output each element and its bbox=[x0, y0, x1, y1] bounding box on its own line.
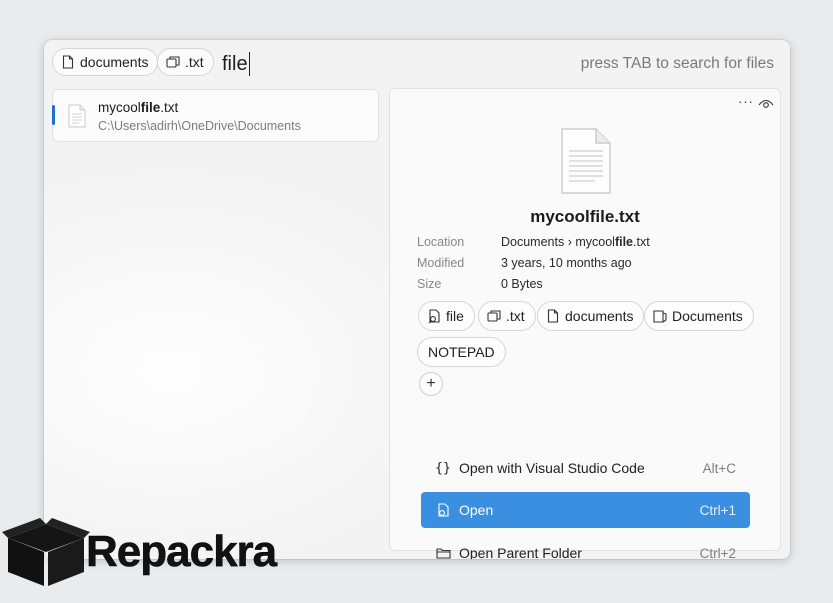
action-open-parent-folder[interactable]: Open Parent Folder Ctrl+2 bbox=[421, 535, 750, 559]
tag-documents[interactable]: documents bbox=[537, 301, 645, 331]
add-tag-button[interactable]: + bbox=[419, 372, 443, 396]
action-shortcut: Ctrl+1 bbox=[699, 502, 736, 518]
more-options-button[interactable]: ··· bbox=[738, 94, 754, 109]
selection-indicator bbox=[52, 105, 55, 125]
tag-documents-folder[interactable]: Documents bbox=[644, 301, 754, 331]
watermark-text: Repackra bbox=[86, 527, 278, 577]
action-label: Open with Visual Studio Code bbox=[459, 460, 645, 476]
watermark: Repackra bbox=[0, 512, 300, 592]
result-path: C:\Users\adirh\OneDrive\Documents bbox=[98, 119, 301, 133]
action-label: Open Parent Folder bbox=[459, 545, 582, 559]
meta-value: 0 Bytes bbox=[501, 277, 543, 291]
filter-chip-txt[interactable]: .txt bbox=[157, 48, 214, 76]
braces-icon: {} bbox=[435, 460, 451, 476]
tag-txt[interactable]: .txt bbox=[478, 301, 536, 331]
eye-icon[interactable] bbox=[758, 96, 774, 114]
tag-notepad[interactable]: NOTEPAD bbox=[417, 337, 506, 367]
launcher-window: documents .txt file press TAB to search … bbox=[44, 40, 790, 559]
action-shortcut: Ctrl+2 bbox=[699, 545, 736, 560]
folder-icon bbox=[435, 547, 451, 559]
search-bar: documents .txt file press TAB to search … bbox=[44, 40, 790, 86]
folder-doc-icon bbox=[653, 308, 667, 324]
action-shortcut: Alt+C bbox=[702, 460, 736, 476]
filter-chip-documents[interactable]: documents bbox=[52, 48, 159, 76]
file-icon bbox=[61, 54, 75, 70]
open-icon bbox=[435, 502, 451, 518]
chip-label: .txt bbox=[185, 54, 204, 70]
action-open-vscode[interactable]: {} Open with Visual Studio Code Alt+C bbox=[421, 450, 750, 486]
search-input[interactable]: file bbox=[222, 51, 250, 77]
chip-label: documents bbox=[80, 54, 149, 70]
watermark-logo bbox=[2, 518, 90, 586]
search-hint: press TAB to search for files bbox=[580, 55, 774, 72]
file-search-icon bbox=[427, 308, 441, 324]
match-highlight: file bbox=[140, 100, 161, 115]
preview-pane: ··· mycoolfile.txt Location Documents › … bbox=[389, 88, 781, 559]
preview-title: mycoolfile.txt bbox=[530, 207, 640, 226]
tag-file[interactable]: file bbox=[418, 301, 475, 331]
search-query: file bbox=[222, 52, 248, 75]
meta-value: Documents › mycoolfile.txt bbox=[501, 235, 650, 249]
copy-icon bbox=[487, 308, 501, 324]
file-preview-icon bbox=[560, 127, 612, 200]
action-open[interactable]: Open Ctrl+1 bbox=[421, 492, 750, 528]
copy-icon bbox=[166, 54, 180, 70]
result-name: mycoolfile.txt bbox=[98, 100, 179, 115]
text-caret bbox=[248, 52, 250, 76]
result-item[interactable]: mycoolfile.txt C:\Users\adirh\OneDrive\D… bbox=[52, 89, 379, 142]
action-label: Open bbox=[459, 502, 494, 518]
meta-key: Location bbox=[417, 235, 465, 249]
meta-value: 3 years, 10 months ago bbox=[501, 256, 632, 270]
meta-key: Modified bbox=[417, 256, 465, 270]
meta-key: Size bbox=[417, 277, 442, 291]
file-icon bbox=[546, 308, 560, 324]
text-file-icon bbox=[68, 104, 86, 133]
